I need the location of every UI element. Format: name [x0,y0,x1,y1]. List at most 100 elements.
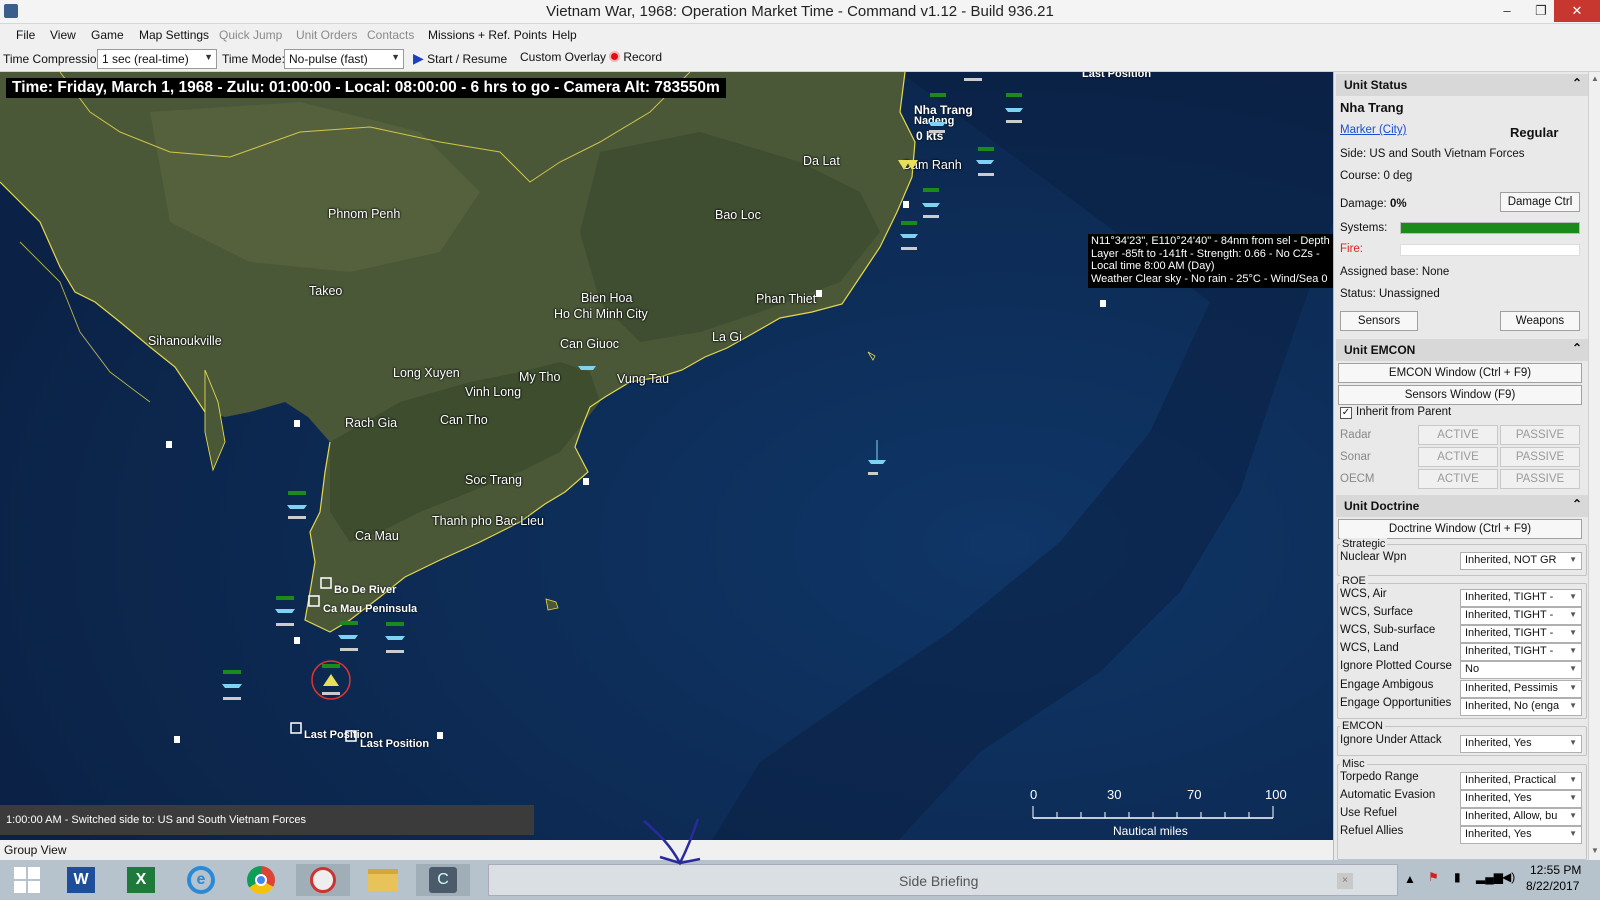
time-mode-select[interactable]: No-pulse (fast) ▼ [284,49,404,69]
emcon-group-label: EMCON [1340,720,1385,732]
signal-icon[interactable]: ▂▄▆ [1476,870,1503,884]
collapse-icon[interactable]: ⌃ [1572,497,1582,511]
nuclear-select[interactable]: Inherited, NOT GR ▼ [1460,552,1582,570]
ignore-under-attack-label: Ignore Under Attack [1340,734,1442,746]
menu-view[interactable]: View [50,28,76,42]
sonar-passive-button[interactable]: PASSIVE [1500,447,1580,467]
radar-active-button[interactable]: ACTIVE [1418,425,1498,445]
close-button[interactable]: ✕ [1554,0,1600,22]
scale-tick-label: 70 [1187,787,1202,802]
scroll-up-icon[interactable]: ▲ [1591,74,1599,83]
scroll-down-icon[interactable]: ▼ [1591,846,1599,855]
radar-passive-button[interactable]: PASSIVE [1500,425,1580,445]
tray-chevron-icon[interactable]: ▲ [1404,872,1416,886]
chevron-down-icon: ▼ [1569,664,1577,673]
misc-value: Inherited, Practical [1465,774,1557,786]
engage-ambiguous-select[interactable]: Inherited, Pessimis ▼ [1460,680,1582,698]
record-button[interactable]: Record [609,50,662,68]
word-icon[interactable]: W [54,864,108,896]
refuel-allies-select[interactable]: Inherited, Yes ▼ [1460,826,1582,844]
emcon-window-button[interactable]: EMCON Window (Ctrl + F9) [1338,363,1582,383]
sonar-active-button[interactable]: ACTIVE [1418,447,1498,467]
sensors-window-button[interactable]: Sensors Window (F9) [1338,385,1582,405]
unit-type-link[interactable]: Marker (City) [1340,124,1406,136]
weapons-button[interactable]: Weapons [1500,311,1580,331]
chevron-down-icon: ▼ [391,52,400,62]
menu-contacts[interactable]: Contacts [367,28,414,42]
torpedo-range-select[interactable]: Inherited, Practical ▼ [1460,772,1582,790]
roe-value: Inherited, TIGHT - [1465,609,1554,621]
engage-opportunities-select[interactable]: Inherited, No (enga ▼ [1460,698,1582,716]
city-label: Takeo [309,284,343,298]
roe-label: Engage Ambigous [1340,679,1434,691]
start-resume-button[interactable]: ▶ Start / Resume [413,50,507,68]
volume-icon[interactable]: ◀) [1502,870,1515,884]
record-label: Record [623,50,663,64]
close-icon[interactable]: × [1337,873,1353,889]
time-mode-value: No-pulse (fast) [289,52,368,66]
tooltip-line: Weather Clear sky - No rain - 25°C - Win… [1091,272,1328,285]
windows-logo-icon[interactable] [0,864,54,896]
battery-icon[interactable]: ▮ [1454,870,1461,884]
menu-game[interactable]: Game [91,28,124,42]
group-view-label[interactable]: Group View [4,843,66,857]
ignore-plotted-course-select[interactable]: No ▼ [1460,661,1582,679]
time-compression-select[interactable]: 1 sec (real-time) ▼ [97,49,217,69]
menu-unit-orders[interactable]: Unit Orders [296,28,357,42]
excel-icon[interactable]: X [114,864,168,896]
tactical-map[interactable]: Time: Friday, March 1, 1968 - Zulu: 01:0… [0,72,1333,860]
doctrine-window-button[interactable]: Doctrine Window (Ctrl + F9) [1338,519,1582,539]
inherit-checkbox[interactable]: ✓ [1340,407,1352,419]
oecm-active-button[interactable]: ACTIVE [1418,469,1498,489]
panel-scrollbar[interactable]: ▲ ▼ [1588,72,1600,860]
clock-date[interactable]: 8/22/2017 [1526,879,1579,893]
roe-value: Inherited, TIGHT - [1465,627,1554,639]
wcs-air-select[interactable]: Inherited, TIGHT - ▼ [1460,589,1582,607]
use-refuel-select[interactable]: Inherited, Allow, bu ▼ [1460,808,1582,826]
collapse-icon[interactable]: ⌃ [1572,341,1582,355]
menu-file[interactable]: File [16,28,35,42]
unit-doctrine-header[interactable]: Unit Doctrine ⌃ [1336,495,1588,517]
menu-quick-jump[interactable]: Quick Jump [219,28,282,42]
collapse-icon[interactable]: ⌃ [1572,76,1582,90]
nuclear-label: Nuclear Wpn [1340,551,1407,563]
menu-missions[interactable]: Missions + Ref. Points [428,28,547,42]
flag-icon[interactable]: ⚑ [1428,870,1439,884]
chevron-down-icon: ▼ [1569,592,1577,601]
ie-icon[interactable]: e [174,864,228,896]
wcs-subsurface-select[interactable]: Inherited, TIGHT - ▼ [1460,625,1582,643]
menu-map-settings[interactable]: Map Settings [139,28,209,42]
emcon-row-label: Radar [1340,429,1372,441]
custom-overlay-button[interactable]: Custom Overlay [520,50,606,68]
city-label: Soc Trang [465,473,522,487]
play-icon: ▶ [413,50,424,66]
oecm-passive-button[interactable]: PASSIVE [1500,469,1580,489]
misc-label: Use Refuel [1340,807,1397,819]
roe-value: Inherited, Pessimis [1465,682,1558,694]
automatic-evasion-select[interactable]: Inherited, Yes ▼ [1460,790,1582,808]
unit-status-header[interactable]: Unit Status ⌃ [1336,74,1588,96]
damage-ctrl-button[interactable]: Damage Ctrl [1500,192,1580,212]
city-label: Vinh Long [465,385,522,399]
chevron-down-icon: ▼ [1569,829,1577,838]
city-label: Da Lat [803,154,840,168]
unit-emcon-header[interactable]: Unit EMCON ⌃ [1336,339,1588,361]
sensors-button[interactable]: Sensors [1340,311,1418,331]
menu-help[interactable]: Help [552,28,577,42]
side-briefing-box[interactable]: Side Briefing × [488,864,1398,896]
command-app-icon[interactable]: C [416,864,470,896]
snipping-icon[interactable] [296,864,350,896]
explorer-icon[interactable] [356,864,410,896]
roe-label: WCS, Surface [1340,606,1413,618]
roe-value: Inherited, TIGHT - [1465,645,1554,657]
chevron-down-icon: ▼ [1569,683,1577,692]
chrome-icon[interactable] [234,864,288,896]
clock-time[interactable]: 12:55 PM [1530,863,1581,877]
wcs-surface-select[interactable]: Inherited, TIGHT - ▼ [1460,607,1582,625]
wcs-land-select[interactable]: Inherited, TIGHT - ▼ [1460,643,1582,661]
roe-label: WCS, Land [1340,642,1399,654]
minimize-button[interactable]: – [1490,0,1524,22]
restore-button[interactable]: ❐ [1524,0,1558,22]
message-log[interactable]: 1:00:00 AM - Switched side to: US and So… [0,805,534,835]
ignore-under-attack-select[interactable]: Inherited, Yes ▼ [1460,735,1582,753]
